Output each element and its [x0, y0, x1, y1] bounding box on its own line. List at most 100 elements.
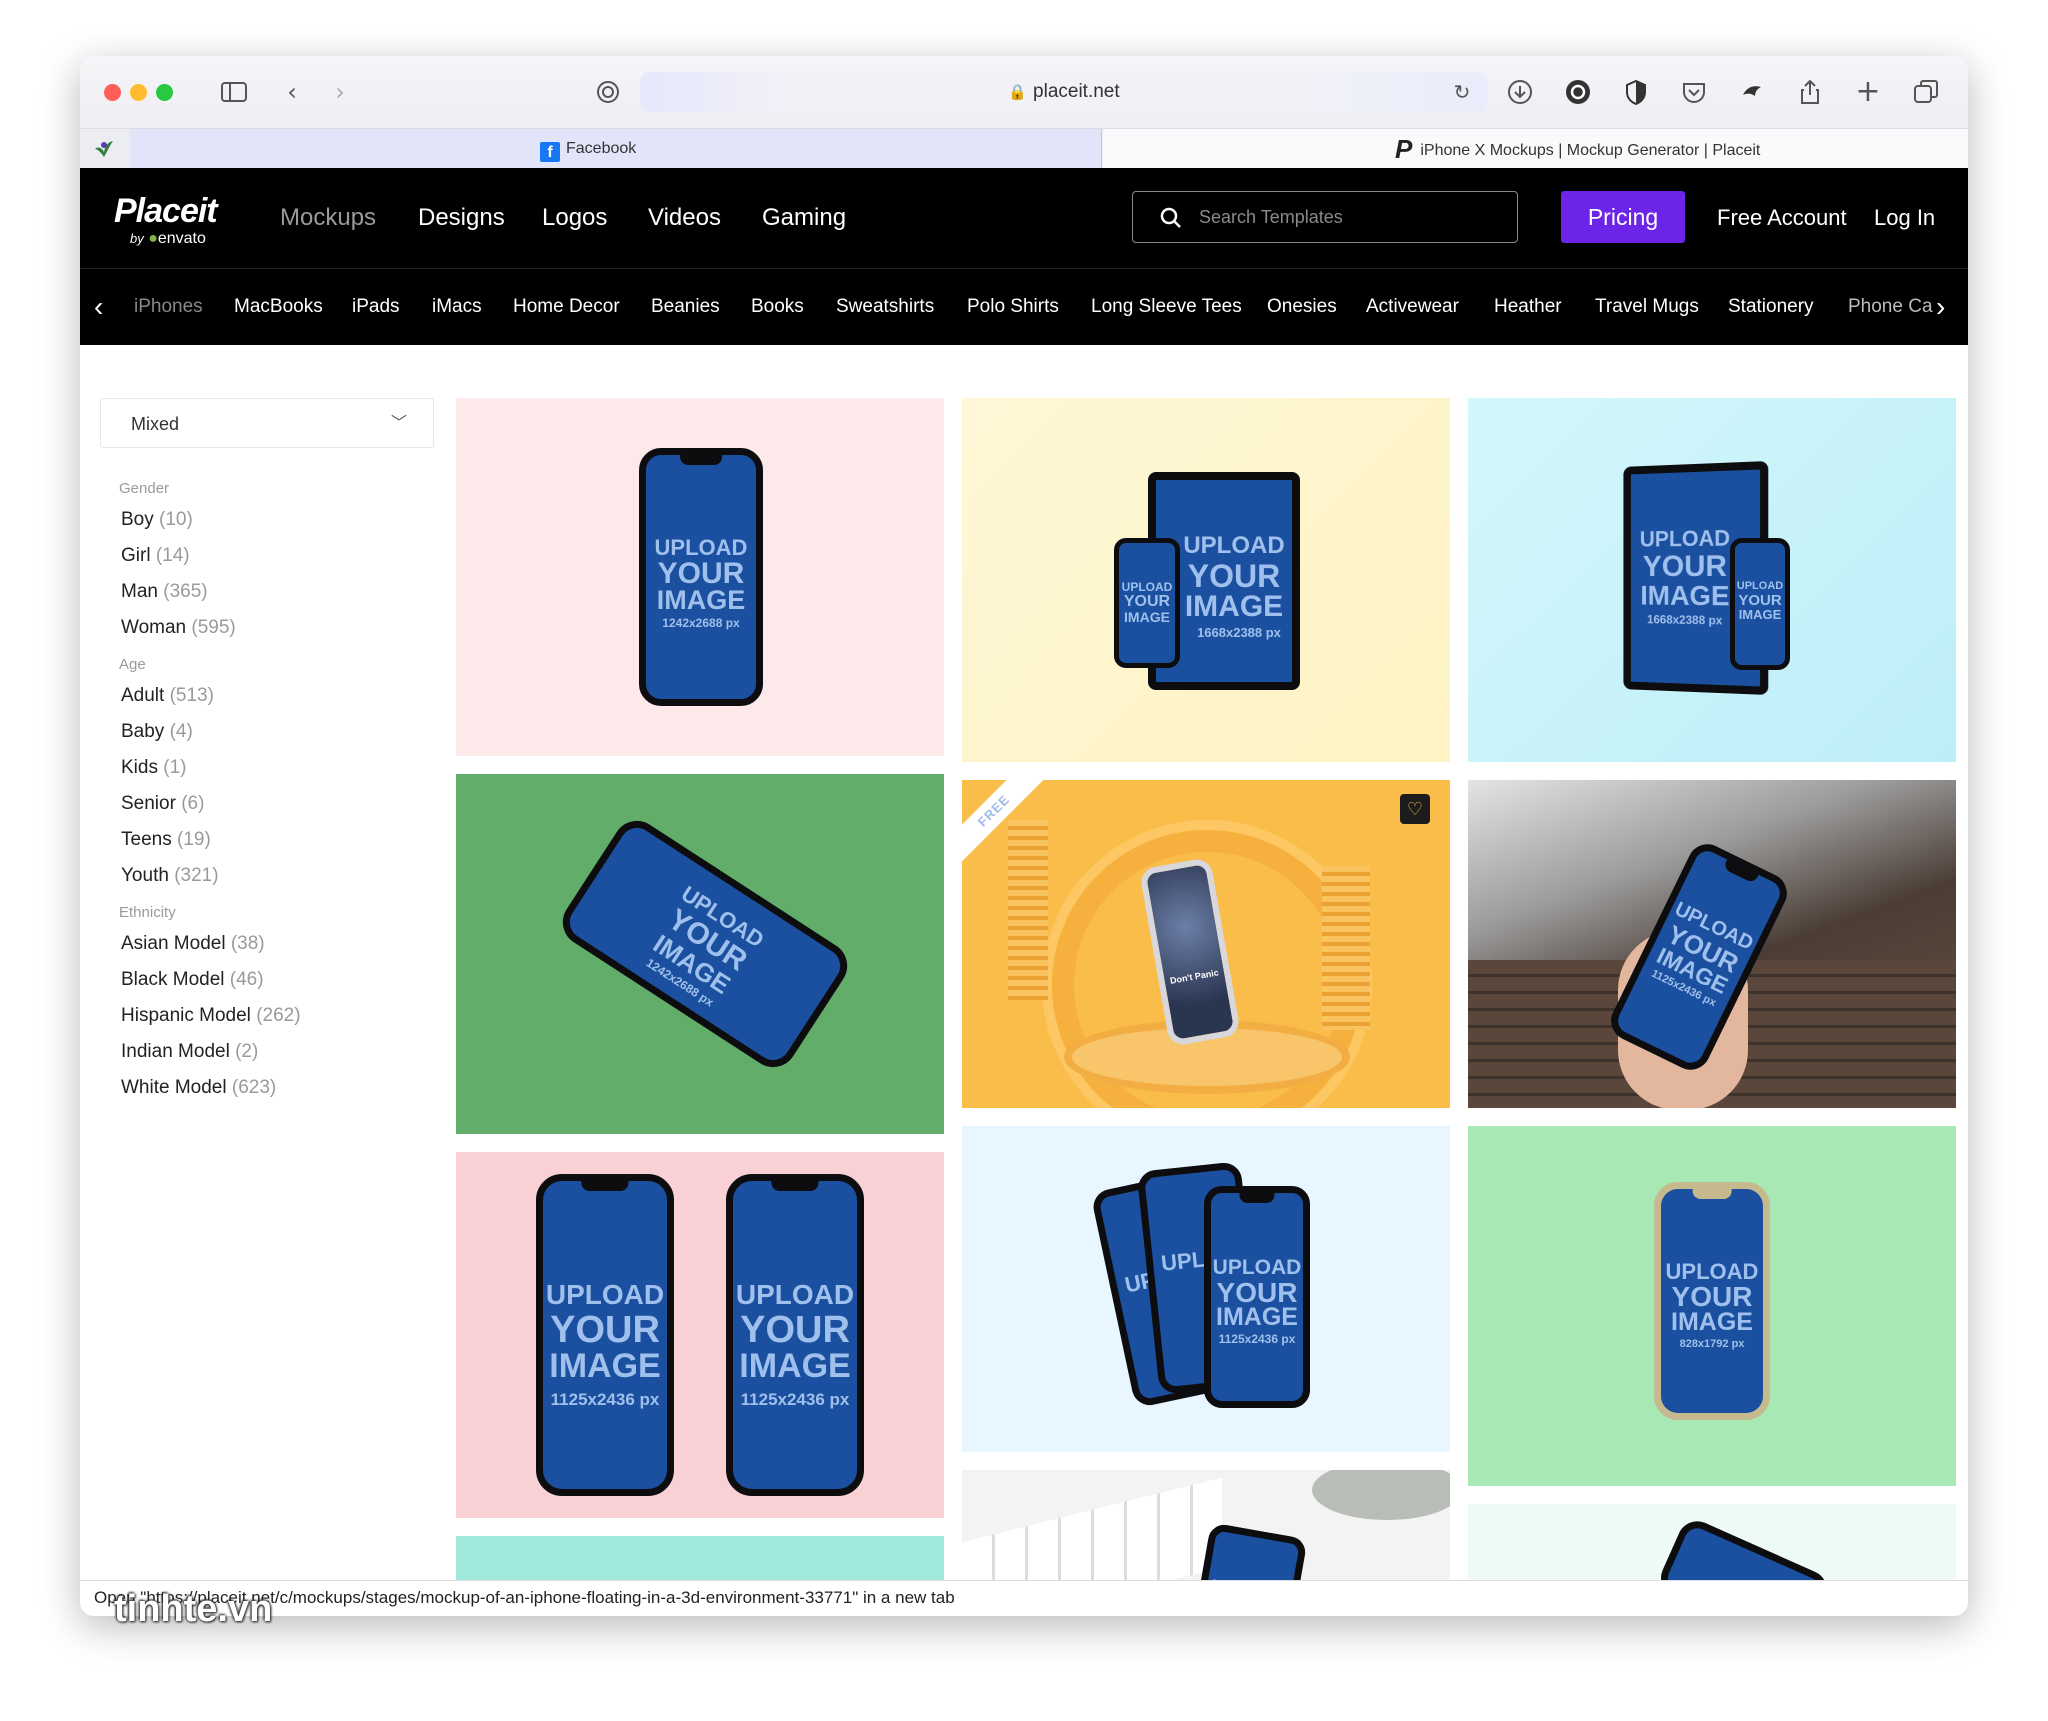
watermark: tinhte.vn — [114, 1588, 273, 1630]
mockup-your-text: YOUR — [550, 1309, 660, 1351]
placeit-logo[interactable]: Placeit by ●envato — [114, 192, 218, 247]
pocket-icon[interactable] — [1678, 76, 1710, 108]
tab-facebook[interactable]: f Facebook — [130, 129, 1102, 169]
filter-hispanic-model[interactable]: Hispanic Model (262) — [121, 1005, 301, 1027]
category-long-sleeve-tees[interactable]: Long Sleeve Tees — [1091, 269, 1242, 345]
reload-icon[interactable]: ↻ — [1446, 76, 1478, 108]
filter-kids[interactable]: Kids (1) — [121, 757, 186, 779]
mockup-card[interactable]: UPLOAD YOUR IMAGE 1668x2388 px UPLOAD YO… — [962, 398, 1450, 762]
new-tab-icon[interactable]: + — [1852, 76, 1884, 108]
mockup-upload-text: UPLOAD — [545, 1279, 665, 1310]
mockup-your-text: YOUR — [740, 1309, 850, 1351]
category-macbooks[interactable]: MacBooks — [234, 269, 323, 345]
mockup-card[interactable]: UPLOAD YOUR IMAGE 1242x2688 px — [456, 398, 944, 756]
mockup-card[interactable]: UPLOAD UPLOAD UPLOAD YOUR IMAGE 1125x243… — [962, 1126, 1450, 1452]
pinned-tab-icon[interactable] — [92, 137, 116, 161]
chevron-down-icon: ﹀ — [390, 415, 407, 432]
filter-white-model[interactable]: White Model (623) — [121, 1077, 276, 1099]
pricing-button[interactable]: Pricing — [1561, 191, 1685, 243]
filter-count: (2) — [235, 1041, 259, 1062]
filter-count: (19) — [176, 829, 211, 850]
category-beanies[interactable]: Beanies — [651, 269, 720, 345]
mockup-upload-text: UPLOAD — [654, 535, 748, 560]
mockup-card[interactable]: UPLOAD YOUR IMAGE 1242x2688 px — [456, 774, 944, 1134]
maximize-window-button[interactable] — [156, 84, 173, 101]
password-icon[interactable] — [592, 76, 624, 108]
forward-icon[interactable]: › — [324, 76, 356, 108]
category-bar: ‹ iPhones MacBooks iPads iMacs Home Deco… — [80, 268, 1968, 345]
stage-panel — [1008, 820, 1048, 1000]
mockup-card[interactable] — [456, 1536, 944, 1580]
filter-senior[interactable]: Senior (6) — [121, 793, 204, 815]
filter-youth[interactable]: Youth (321) — [121, 865, 219, 887]
lock-icon: 🔒 — [1008, 84, 1028, 101]
filter-boy[interactable]: Boy (10) — [121, 509, 193, 531]
category-activewear[interactable]: Activewear — [1366, 269, 1459, 345]
category-stationery[interactable]: Stationery — [1728, 269, 1814, 345]
mockup-card[interactable] — [1468, 1504, 1956, 1580]
mockup-image-text: IMAGE — [1671, 1308, 1753, 1336]
filter-select[interactable]: Mixed ﹀ — [100, 398, 434, 448]
filter-label: Man — [121, 581, 158, 602]
filter-adult[interactable]: Adult (513) — [121, 685, 214, 707]
category-iphones[interactable]: iPhones — [134, 269, 203, 345]
mockup-card[interactable]: UPLOAD — [962, 1470, 1450, 1580]
mockup-upload-text: UPLOAD — [1121, 580, 1173, 594]
category-heather[interactable]: Heather — [1494, 269, 1562, 345]
tab-placeit[interactable]: PiPhone X Mockups | Mockup Generator | P… — [1103, 129, 1968, 169]
phone-mockup: UPLOAD YOUR IMAGE — [1730, 538, 1790, 670]
grammarly-icon[interactable] — [1562, 76, 1594, 108]
category-onesies[interactable]: Onesies — [1267, 269, 1337, 345]
filter-label: Senior — [121, 793, 176, 814]
login-link[interactable]: Log In — [1874, 196, 1935, 240]
nav-gaming[interactable]: Gaming — [762, 196, 846, 240]
phone-mockup: UPLOAD YOUR IMAGE 1125x2436 px — [536, 1174, 674, 1496]
mockup-card[interactable]: UPLOAD YOUR IMAGE 1125x2436 px — [1468, 780, 1956, 1108]
favorite-heart-icon[interactable]: ♡ — [1400, 794, 1430, 824]
mockup-card[interactable]: UPLOAD YOUR IMAGE 828x1792 px — [1468, 1126, 1956, 1486]
filter-count: (1) — [163, 757, 187, 778]
filter-asian-model[interactable]: Asian Model (38) — [121, 933, 265, 955]
filter-black-model[interactable]: Black Model (46) — [121, 969, 264, 991]
close-window-button[interactable] — [104, 84, 121, 101]
category-prev-icon[interactable]: ‹ — [94, 269, 103, 345]
category-travel-mugs[interactable]: Travel Mugs — [1595, 269, 1699, 345]
filter-indian-model[interactable]: Indian Model (2) — [121, 1041, 258, 1063]
filter-woman[interactable]: Woman (595) — [121, 617, 236, 639]
filter-girl[interactable]: Girl (14) — [121, 545, 190, 567]
category-books[interactable]: Books — [751, 269, 804, 345]
category-imacs[interactable]: iMacs — [432, 269, 482, 345]
category-ipads[interactable]: iPads — [352, 269, 400, 345]
search-input[interactable]: Search Templates — [1132, 191, 1518, 243]
category-polo-shirts[interactable]: Polo Shirts — [967, 269, 1059, 345]
filter-baby[interactable]: Baby (4) — [121, 721, 193, 743]
sidebar-toggle-icon[interactable] — [218, 76, 250, 108]
back-icon[interactable]: ‹ — [276, 76, 308, 108]
free-account-link[interactable]: Free Account — [1717, 196, 1847, 240]
filter-count: (262) — [256, 1005, 301, 1026]
filter-teens[interactable]: Teens (19) — [121, 829, 211, 851]
nav-designs[interactable]: Designs — [418, 196, 505, 240]
share-icon[interactable] — [1794, 76, 1826, 108]
nav-mockups[interactable]: Mockups — [280, 196, 376, 240]
mockup-image-text: IMAGE — [1124, 609, 1170, 625]
nav-videos[interactable]: Videos — [648, 196, 721, 240]
address-bar[interactable]: 🔒 placeit.net ↻ — [640, 72, 1488, 112]
nav-logos[interactable]: Logos — [542, 196, 607, 240]
download-icon[interactable] — [1504, 76, 1536, 108]
phone-mockup: UPLOAD YOUR IMAGE 828x1792 px — [1654, 1182, 1770, 1420]
shield-icon[interactable] — [1620, 76, 1652, 108]
filter-count: (623) — [231, 1077, 277, 1098]
mockup-card[interactable]: UPLOAD YOUR IMAGE 1125x2436 px UPLOAD YO… — [456, 1152, 944, 1518]
tab-overview-icon[interactable] — [1910, 76, 1942, 108]
minimize-window-button[interactable] — [130, 84, 147, 101]
mockup-card[interactable]: UPLOAD YOUR IMAGE 1668x2388 px UPLOAD YO… — [1468, 398, 1956, 762]
category-home-decor[interactable]: Home Decor — [513, 269, 620, 345]
mockup-card[interactable]: Don't Panic FREE ♡ — [962, 780, 1450, 1108]
mockup-upload-text: UPLOAD — [1212, 1256, 1302, 1279]
extension-icon[interactable] — [1736, 76, 1768, 108]
category-sweatshirts[interactable]: Sweatshirts — [836, 269, 934, 345]
filter-man[interactable]: Man (365) — [121, 581, 208, 603]
category-next-icon[interactable]: › — [1936, 269, 1945, 345]
category-phone-cases[interactable]: Phone Ca — [1848, 269, 1933, 345]
